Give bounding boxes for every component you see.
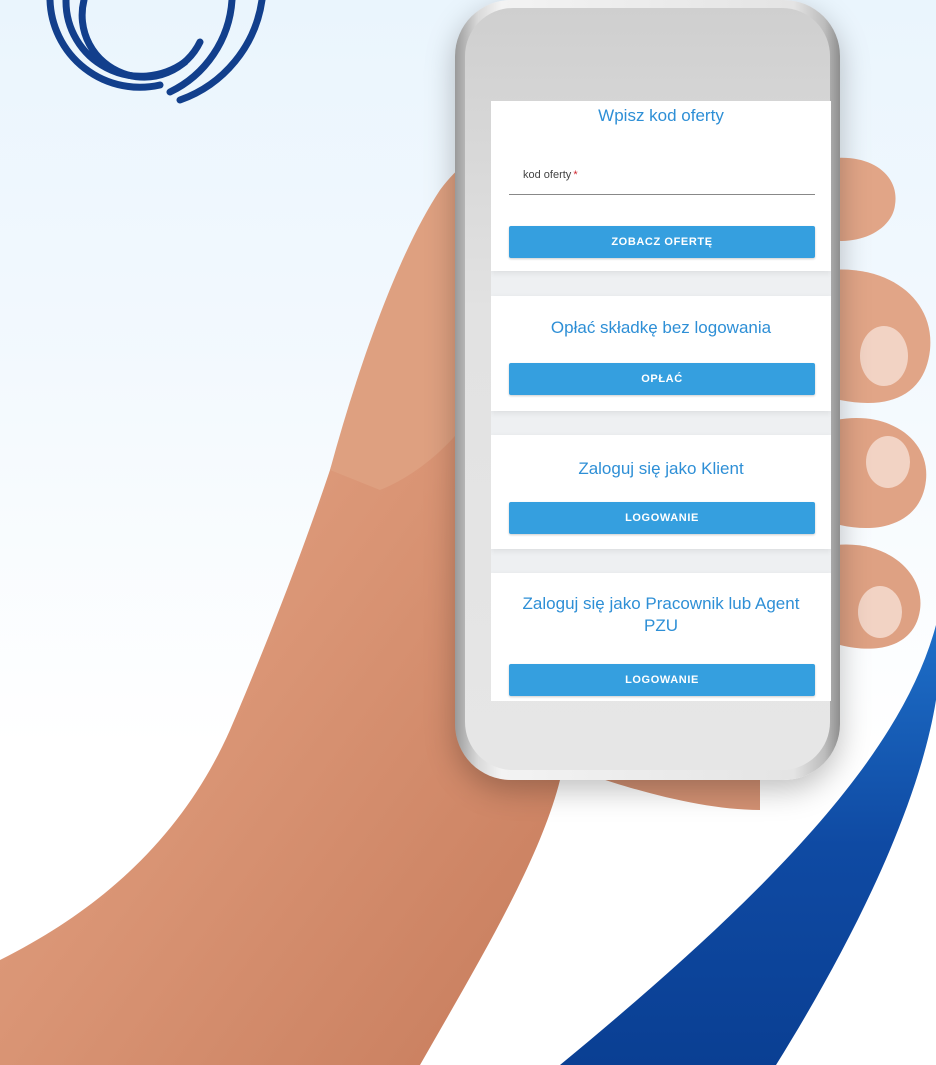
view-offer-button[interactable]: ZOBACZ OFERTĘ [509, 226, 815, 258]
agent-login-card: Zaloguj się jako Pracownik lub Agent PZU… [491, 573, 831, 701]
offer-code-input[interactable] [509, 161, 819, 195]
phone-bezel: Wpisz kod oferty kod oferty * ZOBACZ OFER… [465, 8, 831, 770]
agent-login-title: Zaloguj się jako Pracownik lub Agent PZU [522, 594, 800, 635]
smartphone: Wpisz kod oferty kod oferty * ZOBACZ OFER… [455, 0, 840, 780]
pay-premium-card: Opłać składkę bez logowania OPŁAĆ [491, 296, 831, 411]
offer-code-card: Wpisz kod oferty kod oferty * ZOBACZ OFER… [491, 101, 831, 271]
client-login-card: Zaloguj się jako Klient LOGOWANIE [491, 435, 831, 549]
pay-premium-title: Opłać składkę bez logowania [550, 318, 772, 337]
client-login-button[interactable]: LOGOWANIE [509, 502, 815, 534]
offer-code-title: Wpisz kod oferty [598, 106, 724, 125]
client-login-title: Zaloguj się jako Klient [578, 459, 744, 478]
agent-login-button[interactable]: LOGOWANIE [509, 664, 815, 696]
offer-code-input-underline [509, 194, 815, 195]
pay-button[interactable]: OPŁAĆ [509, 363, 815, 395]
phone-screen: Wpisz kod oferty kod oferty * ZOBACZ OFER… [491, 101, 831, 701]
